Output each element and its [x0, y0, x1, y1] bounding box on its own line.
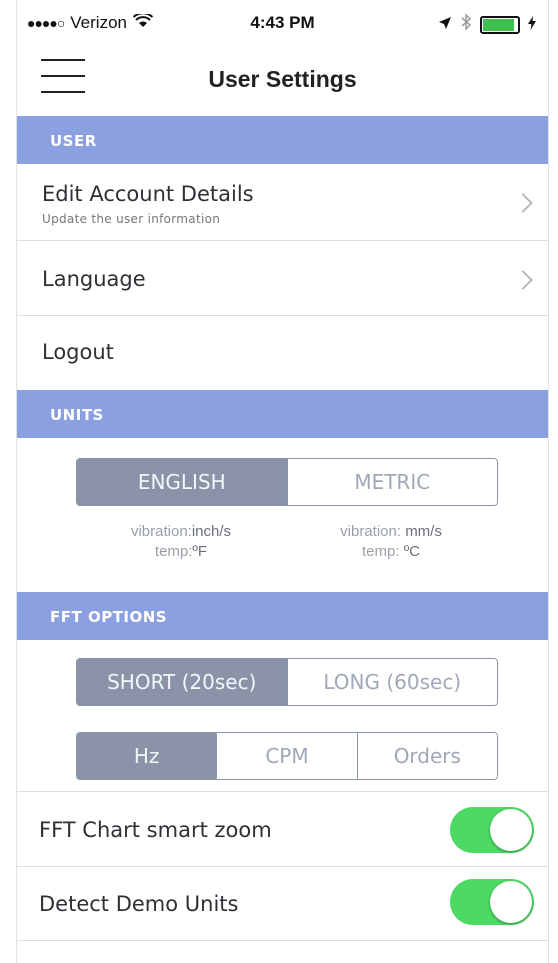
- toggle-knob: [490, 881, 532, 923]
- english-units-hint: vibration:inch/s temp:ºF: [130, 523, 232, 560]
- location-arrow-icon: [438, 15, 452, 35]
- edit-account-details-row[interactable]: Edit Account Details Update the user inf…: [17, 164, 548, 241]
- section-header-user: USER: [17, 116, 548, 164]
- detect-demo-units-toggle[interactable]: [450, 879, 534, 925]
- fft-duration-segmented-control[interactable]: SHORT (20sec) LONG (60sec): [76, 658, 498, 706]
- logout-label: Logout: [42, 340, 114, 364]
- segment-hz[interactable]: Hz: [77, 733, 217, 779]
- smart-zoom-toggle[interactable]: [450, 807, 534, 853]
- charging-bolt-icon: [528, 15, 536, 35]
- segment-english[interactable]: ENGLISH: [77, 459, 287, 505]
- segment-long[interactable]: LONG (60sec): [286, 659, 497, 705]
- section-header-fft-options: FFT OPTIONS: [17, 592, 548, 640]
- fft-frequency-unit-segmented-control[interactable]: Hz CPM Orders: [76, 732, 498, 780]
- smart-zoom-label: FFT Chart smart zoom: [39, 818, 272, 842]
- metric-units-hint: vibration: mm/s temp: ºC: [340, 523, 442, 560]
- segment-orders[interactable]: Orders: [356, 733, 497, 779]
- bluetooth-icon: [460, 13, 472, 36]
- language-row[interactable]: Language: [17, 241, 548, 316]
- units-segmented-control[interactable]: ENGLISH METRIC: [76, 458, 498, 506]
- segment-cpm[interactable]: CPM: [216, 733, 357, 779]
- toggle-knob: [490, 809, 532, 851]
- battery-icon: [480, 15, 520, 34]
- segment-metric[interactable]: METRIC: [286, 459, 497, 505]
- battery-level: [483, 18, 514, 31]
- section-header-units: UNITS: [17, 390, 548, 438]
- edit-account-label: Edit Account Details: [42, 182, 254, 206]
- navigation-bar: User Settings: [17, 48, 548, 116]
- page-title: User Settings: [208, 66, 357, 92]
- detect-demo-units-label: Detect Demo Units: [39, 892, 239, 916]
- fft-smart-zoom-row: FFT Chart smart zoom: [17, 791, 548, 867]
- language-label: Language: [42, 267, 146, 291]
- chevron-right-icon: [513, 270, 533, 290]
- edit-account-subtitle: Update the user information: [42, 212, 221, 226]
- segment-short[interactable]: SHORT (20sec): [77, 659, 287, 705]
- detect-demo-units-row: Detect Demo Units: [17, 866, 548, 941]
- status-bar: ●●●●○ Verizon 4:43 PM: [17, 0, 548, 48]
- chevron-right-icon: [513, 193, 533, 213]
- app-screen: ●●●●○ Verizon 4:43 PM User Settings USER…: [16, 0, 549, 963]
- logout-row[interactable]: Logout: [17, 316, 548, 390]
